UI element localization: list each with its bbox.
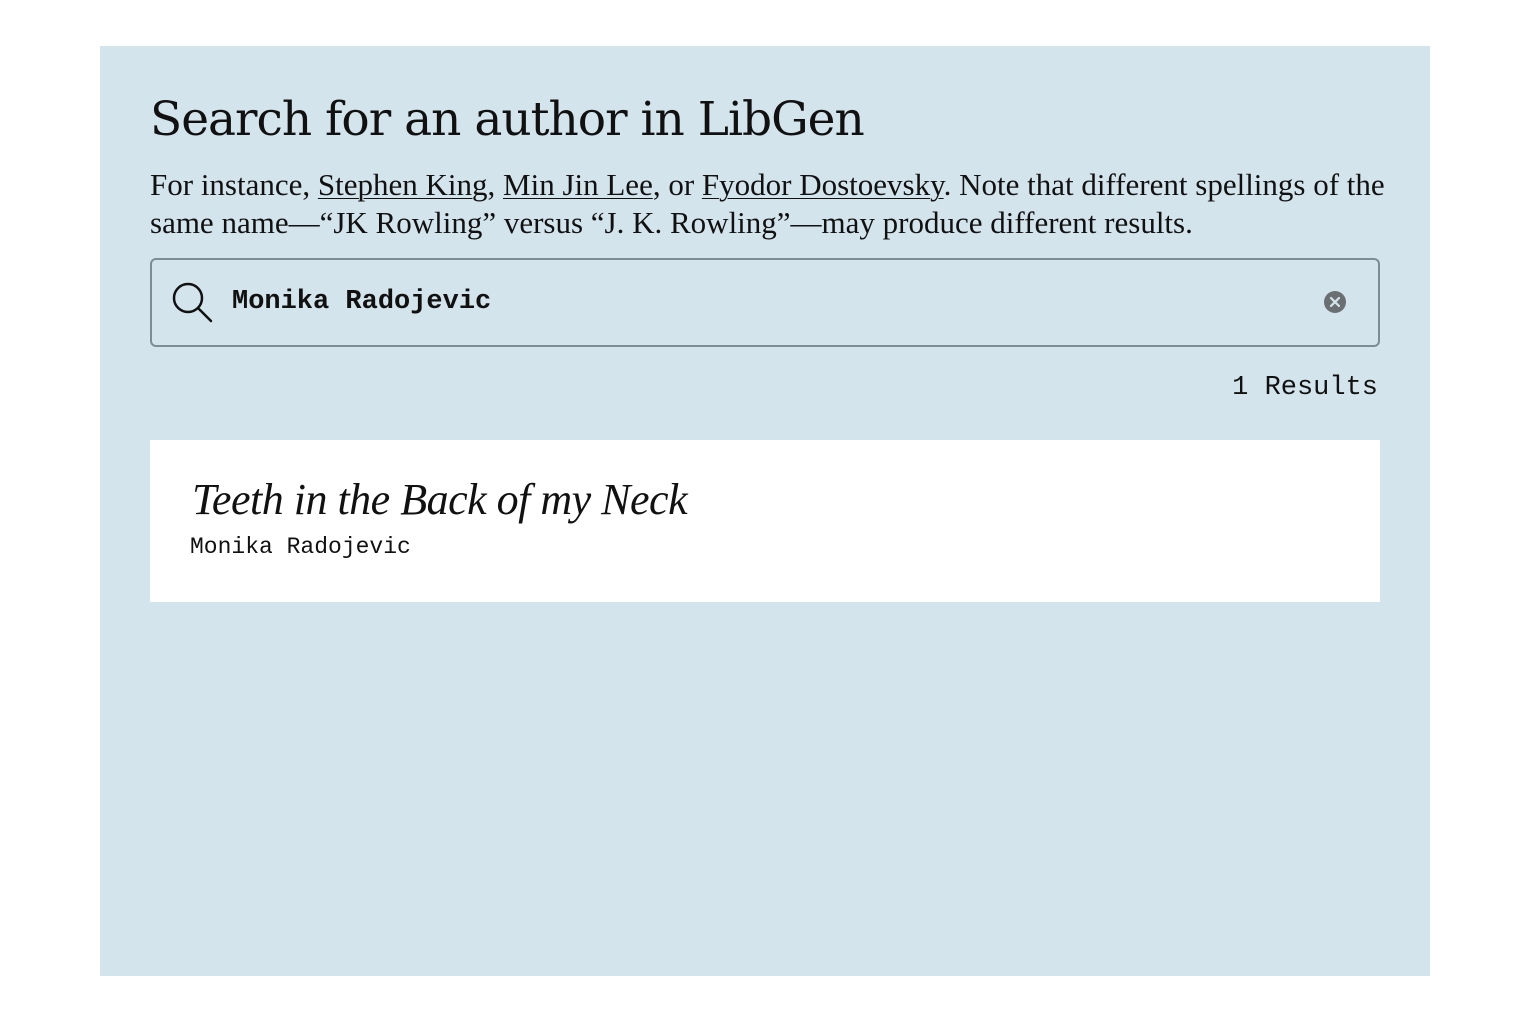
intro-separator: ,: [487, 167, 504, 202]
intro-text: For instance, Stephen King, Min Jin Lee,…: [150, 166, 1390, 242]
result-author: Monika Radojevic: [190, 534, 411, 560]
example-link-fyodor-dostoevsky[interactable]: Fyodor Dostoevsky: [702, 167, 944, 202]
example-link-min-jin-lee[interactable]: Min Jin Lee: [503, 167, 653, 202]
result-title[interactable]: Teeth in the Back of my Neck: [192, 474, 688, 526]
search-icon: [172, 282, 213, 323]
example-link-stephen-king[interactable]: Stephen King: [318, 167, 488, 202]
page-title: Search for an author in LibGen: [150, 92, 865, 147]
intro-prefix: For instance,: [150, 167, 318, 202]
search-input[interactable]: [232, 274, 1292, 330]
search-panel: Search for an author in LibGen For insta…: [100, 46, 1430, 976]
clear-icon[interactable]: [1324, 291, 1346, 313]
intro-separator: , or: [652, 167, 702, 202]
results-count: 1 Results: [1232, 373, 1378, 403]
result-card[interactable]: Teeth in the Back of my Neck Monika Rado…: [150, 440, 1380, 602]
search-box[interactable]: [150, 258, 1380, 347]
